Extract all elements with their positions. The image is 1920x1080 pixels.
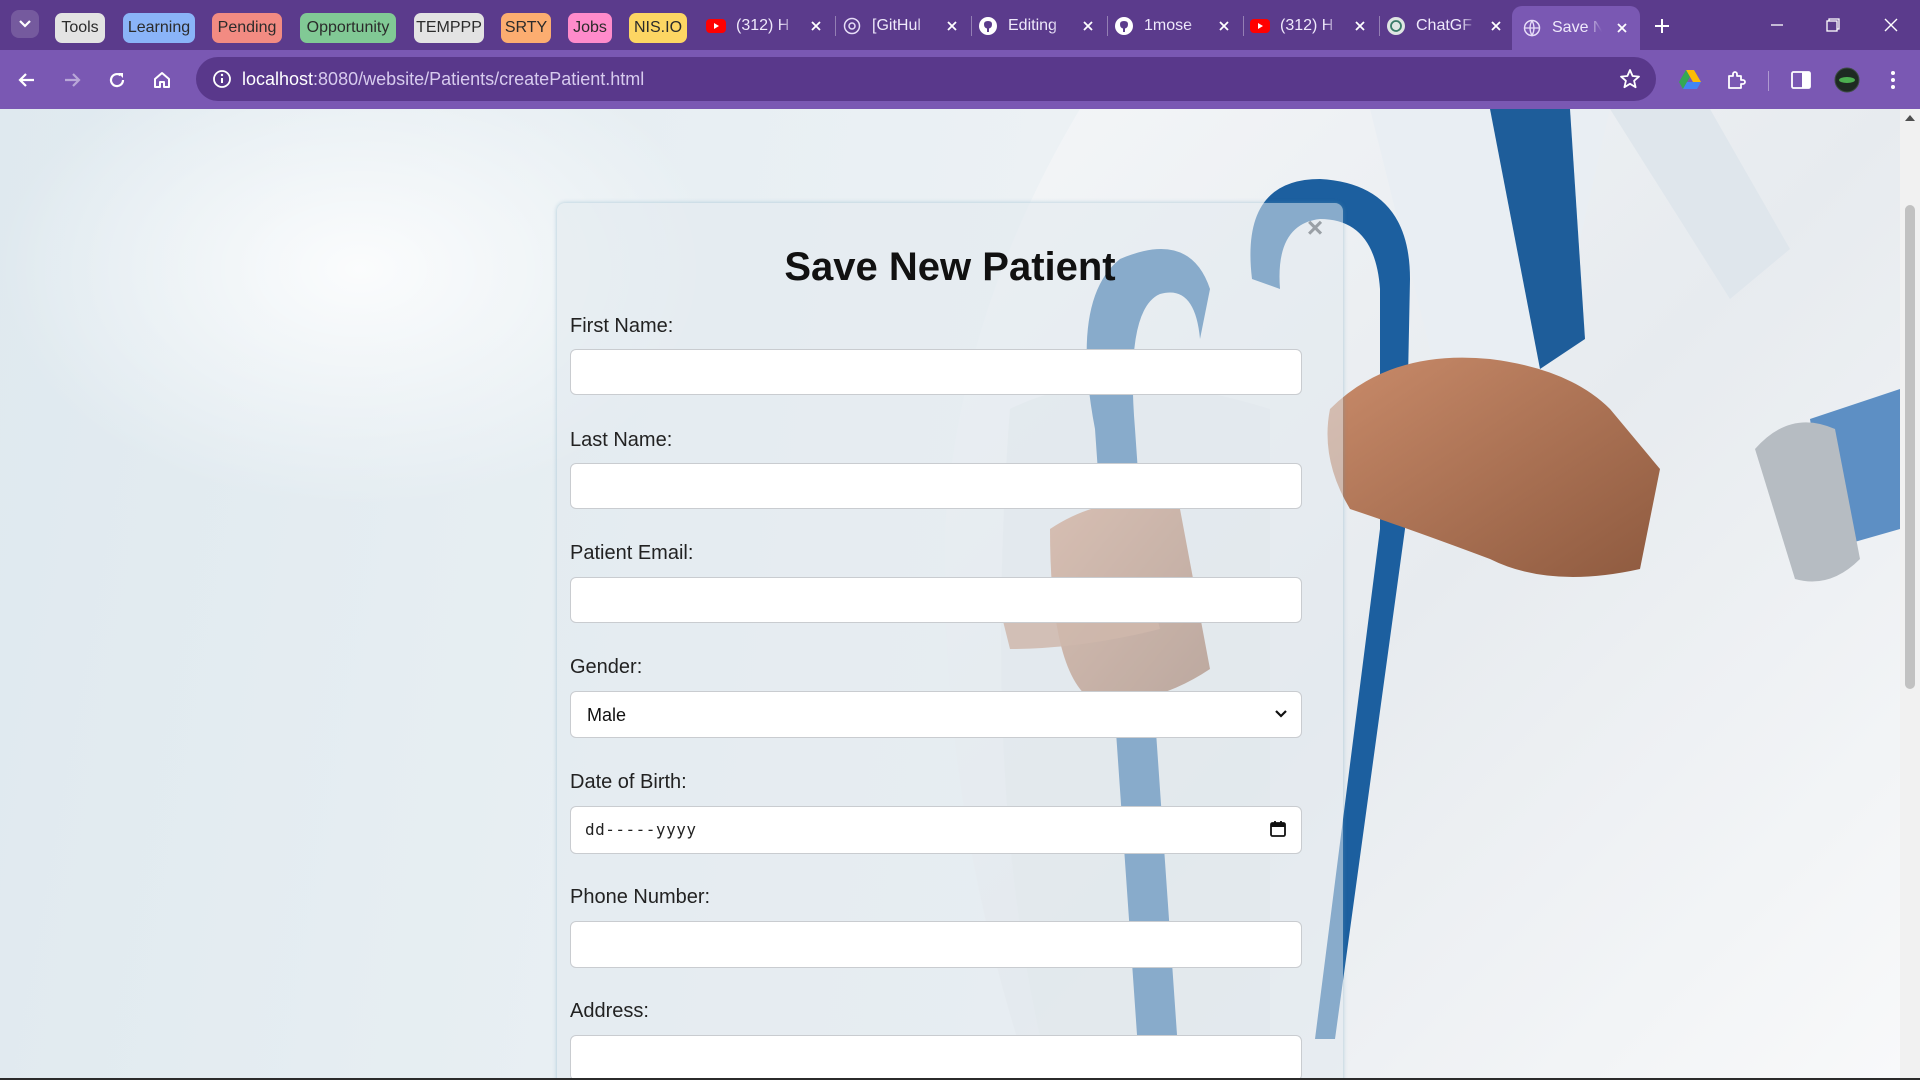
tab-separator: [835, 16, 836, 36]
patient-email-input[interactable]: [571, 578, 1301, 622]
youtube-icon: [1250, 16, 1270, 36]
address-input[interactable]: [571, 1036, 1301, 1080]
toolbar-divider: [1768, 71, 1769, 91]
youtube-icon: [706, 16, 726, 36]
page-scrollbar[interactable]: [1900, 109, 1920, 1078]
close-tab-icon[interactable]: [1078, 16, 1098, 36]
side-panel-icon[interactable]: [1784, 63, 1818, 97]
browser-chrome: Tools Learning Pending Opportunity TEMPP…: [0, 0, 1920, 109]
close-tab-icon[interactable]: [1214, 16, 1234, 36]
phone-number-field[interactable]: [570, 921, 1302, 968]
restore-button[interactable]: [1813, 10, 1853, 40]
tab-group-jobs[interactable]: Jobs: [568, 13, 612, 43]
site-info-icon[interactable]: [210, 67, 234, 91]
tab-group-tools[interactable]: Tools: [55, 13, 105, 43]
back-arrow-icon: [18, 73, 34, 87]
close-tab-icon[interactable]: [942, 16, 962, 36]
globe-icon: [842, 16, 862, 36]
first-name-label: First Name:: [570, 315, 674, 337]
google-drive-extension-icon[interactable]: [1673, 63, 1707, 97]
first-name-field[interactable]: [570, 349, 1302, 395]
tab-group-opportunity[interactable]: Opportunity: [300, 13, 396, 43]
minimize-button[interactable]: [1757, 10, 1797, 40]
bookmark-star-icon[interactable]: [1618, 67, 1642, 91]
tab-youtube-1[interactable]: (312) H: [706, 9, 834, 43]
tab-save-new-patient[interactable]: Save N: [1512, 6, 1640, 50]
chevron-down-icon: [19, 20, 31, 28]
tab-separator: [971, 16, 972, 36]
date-of-birth-placeholder: dd-----yyyy: [585, 820, 697, 839]
url-text[interactable]: localhost:8080/website/Patients/createPa…: [242, 69, 644, 90]
address-field[interactable]: [570, 1035, 1302, 1080]
tab-github-issue[interactable]: [GitHul: [842, 9, 970, 43]
patient-email-field[interactable]: [570, 577, 1302, 623]
minimize-icon: [1771, 24, 1783, 26]
profile-avatar[interactable]: [1830, 63, 1864, 97]
browser-toolbar: localhost:8080/website/Patients/createPa…: [0, 50, 1920, 109]
back-button[interactable]: [9, 62, 45, 98]
gender-label: Gender:: [570, 656, 643, 678]
globe-icon: [1522, 18, 1542, 38]
tab-separator: [1379, 16, 1380, 36]
close-icon: [1884, 18, 1898, 32]
close-tab-icon[interactable]: [1486, 16, 1506, 36]
tab-group-pending[interactable]: Pending: [212, 13, 282, 43]
home-button[interactable]: [144, 62, 180, 98]
scrollbar-thumb[interactable]: [1905, 205, 1915, 689]
close-tab-icon[interactable]: [1350, 16, 1370, 36]
tab-github-editing[interactable]: Editing: [978, 9, 1106, 43]
modal-title: Save New Patient: [784, 245, 1116, 289]
tab-group-nisio[interactable]: NIS.IO: [629, 13, 687, 43]
github-icon: [1114, 16, 1134, 36]
forward-arrow-icon: [65, 73, 81, 87]
last-name-input[interactable]: [571, 464, 1301, 508]
extensions-puzzle-icon[interactable]: [1719, 63, 1753, 97]
forward-button[interactable]: [54, 62, 90, 98]
last-name-field[interactable]: [570, 463, 1302, 509]
tab-youtube-2[interactable]: (312) H: [1250, 9, 1378, 43]
restore-icon: [1826, 18, 1840, 32]
phone-number-input[interactable]: [571, 922, 1301, 967]
date-of-birth-label: Date of Birth:: [570, 771, 687, 793]
calendar-icon[interactable]: [1269, 820, 1287, 838]
phone-number-label: Phone Number:: [570, 886, 711, 908]
tab-separator: [1243, 16, 1244, 36]
browser-menu-icon[interactable]: [1876, 63, 1910, 97]
tab-group-srty[interactable]: SRTY: [501, 13, 551, 43]
gender-selected-value: Male: [587, 705, 627, 725]
tab-github-1mose[interactable]: 1mose: [1114, 9, 1242, 43]
first-name-input[interactable]: [571, 350, 1301, 394]
reload-icon: [109, 72, 125, 88]
url-path: :8080/website/Patients/createPatient.htm…: [313, 69, 645, 89]
close-tab-icon[interactable]: [806, 16, 826, 36]
url-host: localhost: [242, 69, 314, 89]
tab-group-learning[interactable]: Learning: [123, 13, 195, 43]
gender-select[interactable]: Male: [570, 691, 1302, 738]
new-tab-button[interactable]: [1648, 12, 1676, 40]
address-bar[interactable]: localhost:8080/website/Patients/createPa…: [196, 57, 1656, 101]
save-patient-modal: × Save New Patient First Name: Last Name…: [557, 203, 1343, 1080]
github-icon: [978, 16, 998, 36]
tab-separator: [1107, 16, 1108, 36]
scroll-up-arrow-icon[interactable]: [1905, 115, 1915, 121]
chatgpt-icon: [1386, 16, 1406, 36]
reload-button[interactable]: [99, 62, 135, 98]
tab-chatgpt[interactable]: ChatGF: [1386, 9, 1514, 43]
home-icon: [154, 72, 170, 88]
last-name-label: Last Name:: [570, 429, 673, 451]
date-of-birth-field[interactable]: dd-----yyyy: [570, 806, 1302, 854]
close-window-button[interactable]: [1871, 10, 1911, 40]
chevron-down-icon: [1273, 706, 1289, 722]
tab-group-temppp[interactable]: TEMPPP: [414, 13, 484, 43]
tab-search-button[interactable]: [11, 10, 39, 38]
close-modal-button[interactable]: ×: [1303, 214, 1327, 242]
address-label: Address:: [570, 1000, 649, 1022]
close-tab-icon[interactable]: [1612, 18, 1632, 38]
tab-strip: Tools Learning Pending Opportunity TEMPP…: [0, 0, 1920, 50]
plus-icon: [1655, 19, 1669, 33]
patient-email-label: Patient Email:: [570, 542, 694, 564]
